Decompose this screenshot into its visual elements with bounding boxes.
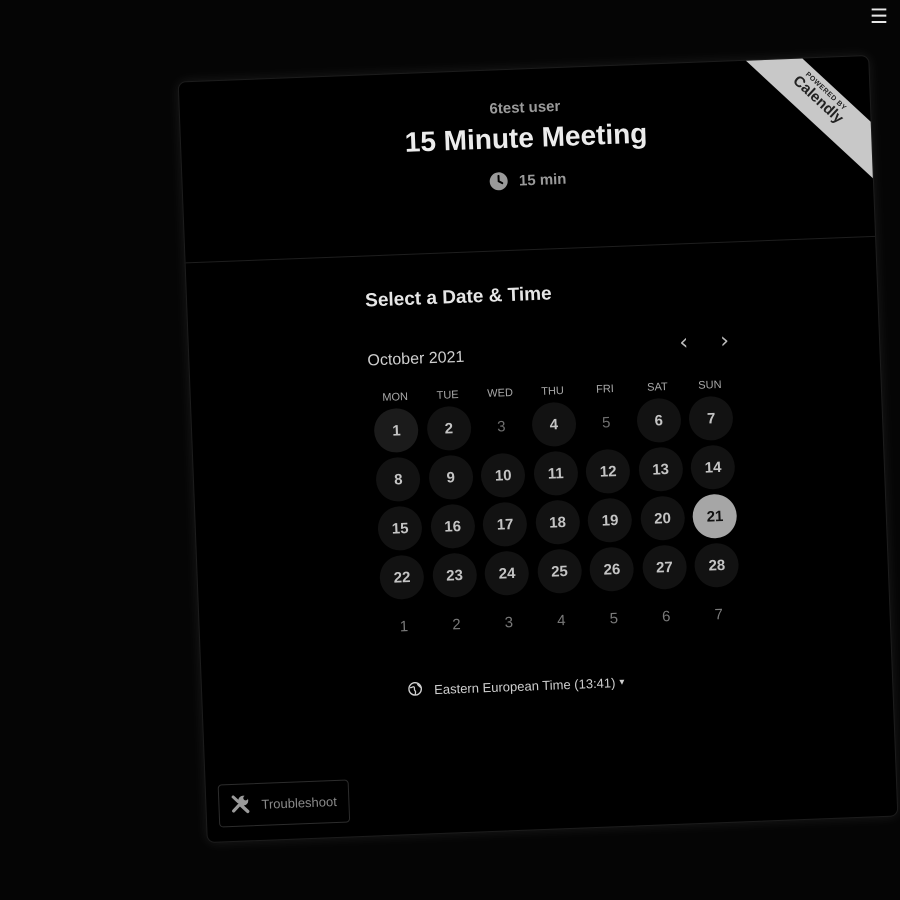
- calendar-day[interactable]: 19: [587, 497, 633, 544]
- troubleshoot-button[interactable]: Troubleshoot: [217, 779, 351, 828]
- weekday-label: SUN: [698, 378, 722, 392]
- calendar-day[interactable]: 24: [484, 550, 530, 597]
- calendar-day[interactable]: 15: [377, 505, 424, 552]
- date-picker: Select a Date & Time October 2021 ‹ › MO…: [187, 271, 892, 709]
- calendar-day[interactable]: 8: [375, 456, 422, 503]
- calendar-day-next-month: 1: [399, 617, 409, 635]
- calendar-day-next-month: 7: [714, 605, 724, 623]
- calendar-week: 8 9 10 11 12 13 14: [371, 444, 740, 503]
- event-header: 6test user 15 Minute Meeting 15 min: [178, 56, 876, 264]
- calendar-day[interactable]: 28: [694, 542, 740, 589]
- calendar-grid: 1 2 3 4 5 6 7 8 9 10 11 12 13 14 15 16 17 18 19 20 21 22 23 24 2…: [369, 390, 890, 649]
- event-duration: 15 min: [489, 169, 567, 192]
- month-nav-buttons: ‹ ›: [679, 328, 738, 355]
- calendar-day[interactable]: 10: [480, 452, 527, 499]
- weekday-label: FRI: [595, 383, 615, 396]
- calendar-day[interactable]: 27: [641, 544, 688, 591]
- calendar-day[interactable]: 11: [532, 450, 579, 497]
- hamburger-menu-icon[interactable]: ☰: [870, 6, 888, 26]
- calendar-day[interactable]: 6: [635, 397, 682, 444]
- weekday-label: SAT: [646, 380, 668, 394]
- calendar-day[interactable]: 13: [637, 446, 684, 493]
- calendar-day-next-month: 2: [451, 615, 461, 633]
- timezone-label: Eastern European Time (13:41): [433, 675, 616, 698]
- troubleshoot-label: Troubleshoot: [261, 793, 338, 812]
- calendar-day[interactable]: 23: [431, 552, 478, 599]
- calendar-week: 1 2 3 4 5 6 7: [377, 591, 746, 649]
- wrench-icon: [229, 792, 252, 818]
- calendar-day-next-month: 6: [661, 607, 671, 625]
- calendar-day[interactable]: 2: [426, 405, 472, 452]
- calendar-day-next-month: 3: [504, 613, 514, 631]
- duration-label: 15 min: [518, 170, 567, 190]
- calendar-day[interactable]: 16: [429, 503, 476, 550]
- calendar-day[interactable]: 1: [373, 407, 420, 454]
- chevron-right-icon[interactable]: ›: [720, 328, 730, 353]
- weekday-label: TUE: [436, 389, 459, 402]
- month-navigation: October 2021 ‹ ›: [367, 324, 738, 370]
- calendar-day[interactable]: 4: [530, 401, 577, 448]
- picker-heading: Select a Date & Time: [364, 283, 553, 312]
- timezone-selector[interactable]: Eastern European Time (13:41) ▾: [408, 674, 625, 699]
- calendar-day[interactable]: 9: [427, 454, 474, 501]
- calendar-day[interactable]: 26: [589, 546, 635, 593]
- caret-down-icon: ▾: [619, 676, 625, 689]
- calendar-day[interactable]: 17: [482, 501, 528, 548]
- calendar-day[interactable]: 14: [690, 444, 736, 491]
- calendar-day-unavailable: 3: [496, 417, 506, 436]
- calendar-day-next-month: 5: [609, 609, 619, 627]
- clock-icon: [489, 171, 510, 192]
- calendar-day-unavailable: 5: [601, 413, 611, 432]
- weekday-label: THU: [541, 384, 565, 398]
- scheduling-card: POWERED BY Calendly 6test user 15 Minute…: [177, 54, 899, 844]
- calendar-week: 22 23 24 25 26 27 28: [375, 542, 744, 601]
- calendar-day-selected[interactable]: 21: [692, 493, 738, 540]
- globe-icon: [408, 681, 423, 700]
- calendar-day-next-month: 4: [556, 611, 566, 629]
- weekday-label: MON: [382, 390, 409, 404]
- calendar-day[interactable]: 18: [534, 499, 581, 546]
- calendar-day[interactable]: 20: [639, 495, 686, 542]
- weekday-label: WED: [487, 386, 514, 400]
- calendar-day[interactable]: 25: [536, 548, 583, 595]
- month-label: October 2021: [367, 348, 465, 370]
- calendar-day[interactable]: 7: [688, 395, 735, 442]
- calendar-week: 15 16 17 18 19 20 21: [373, 493, 742, 552]
- calendar-week: 12 3 4 5 67: [369, 395, 738, 454]
- calendar-day[interactable]: 22: [379, 554, 425, 601]
- chevron-left-icon[interactable]: ‹: [679, 330, 689, 355]
- calendar-day[interactable]: 12: [585, 448, 631, 495]
